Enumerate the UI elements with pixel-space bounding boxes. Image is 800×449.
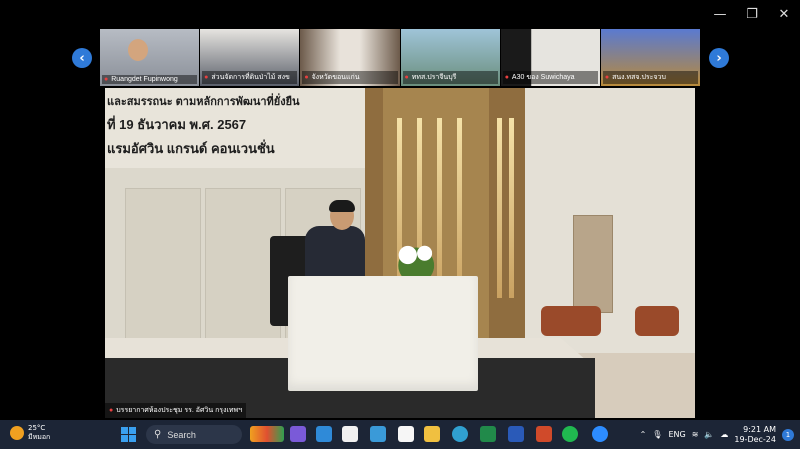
edge-icon[interactable] bbox=[452, 426, 468, 442]
mic-off-icon: ● bbox=[604, 74, 610, 81]
restore-button[interactable]: ❐ bbox=[736, 0, 768, 28]
desk bbox=[288, 276, 478, 391]
participant-face bbox=[128, 39, 148, 61]
teams-icon[interactable] bbox=[290, 426, 306, 442]
participant-label: ● สนง.ทสจ.ประจวบ bbox=[602, 71, 699, 84]
light-slat bbox=[457, 118, 462, 298]
banner-line: แรมอัศวิน แกรนด์ คอนเวนชั่น bbox=[107, 141, 275, 156]
window-controls: — ❐ ✕ bbox=[704, 0, 800, 28]
word-icon[interactable] bbox=[508, 426, 524, 442]
chevron-up-icon[interactable]: ⌃ bbox=[640, 430, 647, 439]
search-icon: ⚲ bbox=[154, 429, 162, 440]
excel-icon[interactable] bbox=[480, 426, 496, 442]
banner-line: และสมรรถนะ ตามหลักการพัฒนาที่ยั่งยืน bbox=[107, 96, 300, 108]
chevron-right-icon: › bbox=[716, 50, 722, 66]
mic-off-icon: ● bbox=[204, 74, 209, 81]
participant-tile[interactable]: ● A30 ของ Suwichaya bbox=[500, 29, 600, 86]
file-icon[interactable] bbox=[398, 426, 414, 442]
main-video-feed[interactable]: และสมรรถนะ ตามหลักการพัฒนาที่ยั่งยืน ที่… bbox=[105, 88, 695, 418]
cloud-icon[interactable]: ☁ bbox=[720, 430, 728, 439]
banner-line: ที่ 19 ธันวาคม พ.ศ. 2567 bbox=[107, 117, 247, 132]
participant-tile[interactable]: ● สนง.ทสจ.ประจวบ bbox=[600, 29, 701, 86]
widgets-icon[interactable] bbox=[250, 426, 284, 442]
main-video-label: ● บรรยากาศห้องประชุม รร. อัศวิน กรุงเทพฯ bbox=[105, 403, 247, 418]
wifi-icon[interactable]: ≋ bbox=[692, 430, 699, 439]
search-label: Search bbox=[167, 429, 196, 440]
participant-tile[interactable]: ● ส่วนจัดการที่ดินป่าไม้ สงข bbox=[200, 29, 300, 86]
previous-page-button[interactable]: ‹ bbox=[72, 48, 92, 68]
participant-label: ● A30 ของ Suwichaya bbox=[502, 71, 598, 84]
weather-icon bbox=[10, 426, 24, 440]
event-banner: และสมรรถนะ ตามหลักการพัฒนาที่ยั่งยืน ที่… bbox=[105, 88, 365, 168]
participant-tile[interactable]: ● Ruangdet Fupinwong bbox=[100, 29, 200, 86]
windows-logo-icon bbox=[121, 435, 128, 442]
mic-off-icon: ● bbox=[304, 74, 309, 81]
next-page-button[interactable]: › bbox=[709, 48, 729, 68]
system-tray: ⌃ 🎙 ENG ≋ 🔈 ☁ 9:21 AM 19-Dec-24 1 bbox=[640, 420, 794, 449]
close-button[interactable]: ✕ bbox=[768, 0, 800, 28]
minimize-button[interactable]: — bbox=[704, 0, 736, 28]
sofa bbox=[541, 306, 601, 336]
weather-condition: มีหมอก bbox=[28, 433, 51, 441]
mic-off-icon: ● bbox=[109, 407, 114, 414]
light-slat bbox=[509, 118, 514, 298]
microphone-icon[interactable]: 🎙 bbox=[652, 430, 662, 439]
temperature: 25°C bbox=[28, 424, 46, 432]
clock-time: 9:21 AM bbox=[743, 424, 776, 434]
participant-strip: ● Ruangdet Fupinwong ● ส่วนจัดการที่ดินป่า… bbox=[100, 29, 701, 86]
start-button[interactable] bbox=[121, 427, 136, 442]
participant-label: ● จังหวัดขอนแก่น bbox=[302, 71, 398, 84]
powerpoint-icon[interactable] bbox=[536, 426, 552, 442]
mail-icon[interactable] bbox=[316, 426, 332, 442]
flower-arrangement bbox=[391, 241, 447, 276]
taskbar: 25°C มีหมอก ⚲ Search ⌃ 🎙 ENG ≋ 🔈 ☁ 9:21 … bbox=[0, 420, 800, 449]
participant-label: ● Ruangdet Fupinwong bbox=[102, 75, 198, 84]
zoom-icon[interactable] bbox=[592, 426, 608, 442]
speaker-hair bbox=[329, 200, 355, 212]
weather-widget[interactable]: 25°C มีหมอก bbox=[10, 424, 50, 442]
folder-icon[interactable] bbox=[424, 426, 440, 442]
store-icon[interactable] bbox=[342, 426, 358, 442]
clock[interactable]: 9:21 AM 19-Dec-24 bbox=[734, 425, 776, 445]
notification-badge[interactable]: 1 bbox=[782, 428, 794, 441]
light-slat bbox=[497, 118, 502, 298]
mic-off-icon: ● bbox=[504, 74, 509, 81]
door bbox=[573, 215, 613, 313]
language-indicator[interactable]: ENG bbox=[668, 430, 685, 439]
participant-tile[interactable]: ● จังหวัดขอนแก่น bbox=[300, 29, 400, 86]
windows-logo-icon bbox=[129, 435, 136, 442]
magnifier-icon[interactable] bbox=[370, 426, 386, 442]
participant-label: ● ททส.ปราจีนบุรี bbox=[402, 71, 498, 84]
speaker bbox=[305, 226, 365, 276]
clock-date: 19-Dec-24 bbox=[734, 434, 776, 444]
windows-logo-icon bbox=[129, 427, 136, 434]
taskbar-search[interactable]: ⚲ Search bbox=[146, 425, 242, 444]
speaker-icon[interactable]: 🔈 bbox=[704, 430, 714, 439]
windows-logo-icon bbox=[121, 427, 128, 434]
pillar bbox=[489, 88, 525, 378]
participant-tile[interactable]: ● ททส.ปราจีนบุรี bbox=[400, 29, 500, 86]
mic-off-icon: ● bbox=[404, 74, 409, 81]
sofa bbox=[635, 306, 679, 336]
line-icon[interactable] bbox=[562, 426, 578, 442]
mic-off-icon: ● bbox=[104, 76, 109, 83]
participant-label: ● ส่วนจัดการที่ดินป่าไม้ สงข bbox=[202, 71, 298, 84]
chevron-left-icon: ‹ bbox=[79, 50, 85, 66]
